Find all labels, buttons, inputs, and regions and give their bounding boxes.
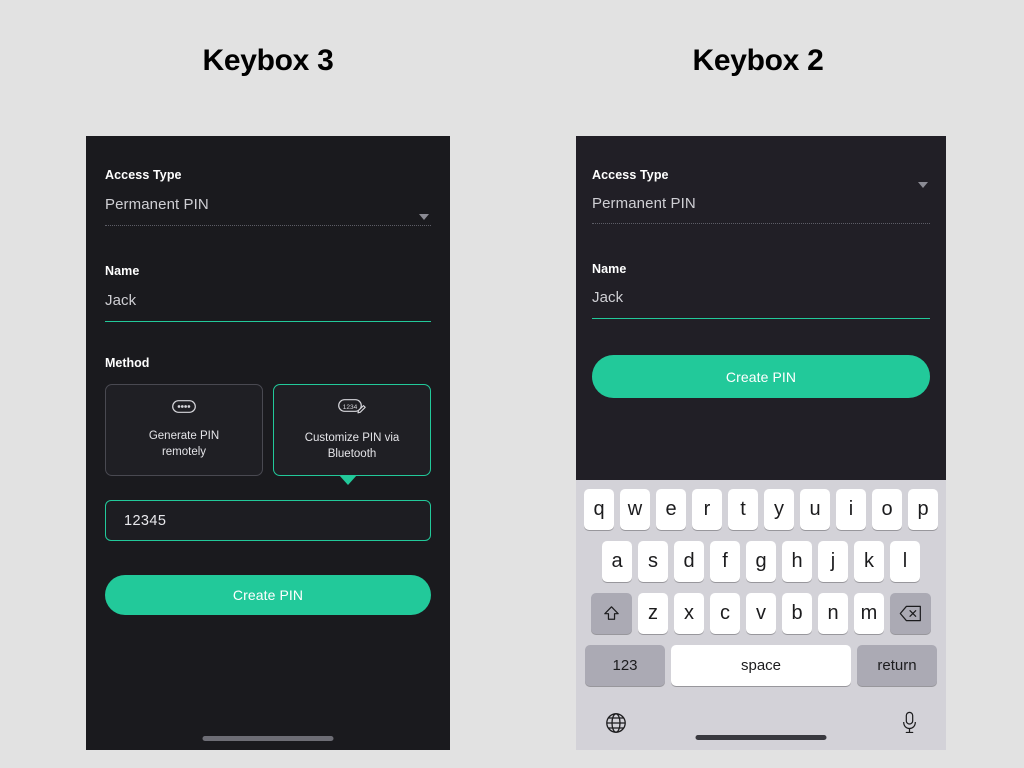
key-t[interactable]: t [728, 489, 758, 530]
shift-icon[interactable] [591, 593, 632, 634]
method-option-line1: Customize PIN via [304, 431, 400, 444]
pin-input-field[interactable]: 12345 [105, 500, 431, 541]
key-o[interactable]: o [872, 489, 902, 530]
key-a[interactable]: a [602, 541, 632, 582]
key-m[interactable]: m [854, 593, 884, 634]
key-numeric-123[interactable]: 123 [585, 645, 665, 686]
method-option-line2: remotely [161, 445, 207, 458]
home-indicator-right [695, 735, 827, 740]
page-title-keybox-2: Keybox 2 [692, 44, 824, 77]
create-pin-button-left[interactable]: Create PIN [105, 575, 431, 615]
key-y[interactable]: y [764, 489, 794, 530]
method-option-line1: Generate PIN [148, 429, 220, 442]
name-label: Name [105, 264, 140, 278]
home-indicator-left [202, 736, 334, 741]
keyboard-row-3: z x c v b n m [579, 593, 943, 634]
keyboard-row-1: q w e r t y u i o p [579, 489, 943, 530]
method-option-customize-pin-via-bluetooth[interactable]: 1234 Customize PIN via Bluetooth [273, 384, 431, 476]
phone-screen-keybox-2: Access Type Permanent PIN Name Jack Crea… [576, 136, 946, 750]
key-x[interactable]: x [674, 593, 704, 634]
access-type-underline [105, 225, 431, 226]
access-type-underline [592, 223, 930, 224]
access-type-field-right[interactable]: Access Type Permanent PIN [592, 136, 930, 224]
pin-input-value[interactable]: 12345 [124, 513, 166, 529]
key-q[interactable]: q [584, 489, 614, 530]
name-field-right[interactable]: Name Jack [592, 262, 930, 319]
name-underline [592, 318, 930, 319]
key-u[interactable]: u [800, 489, 830, 530]
key-p[interactable]: p [908, 489, 938, 530]
on-screen-keyboard: q w e r t y u i o p a s d f g h j k l z … [576, 480, 946, 750]
phone-screen-keybox-3: Access Type Permanent PIN Name Jack Meth… [86, 136, 450, 750]
key-return[interactable]: return [857, 645, 937, 686]
key-j[interactable]: j [818, 541, 848, 582]
key-v[interactable]: v [746, 593, 776, 634]
access-type-value: Permanent PIN [105, 196, 209, 213]
key-g[interactable]: g [746, 541, 776, 582]
keyboard-row-4: 123 space return [579, 645, 943, 686]
key-e[interactable]: e [656, 489, 686, 530]
key-l[interactable]: l [890, 541, 920, 582]
create-pin-button-label: Create PIN [232, 587, 304, 603]
keyboard-row-2: a s d f g h j k l [579, 541, 943, 582]
selected-method-notch-icon [338, 475, 357, 485]
backspace-icon[interactable] [890, 593, 931, 634]
access-type-label: Access Type [592, 168, 669, 182]
globe-icon[interactable] [605, 712, 627, 739]
name-input[interactable]: Jack [105, 292, 431, 309]
access-type-field-left[interactable]: Access Type Permanent PIN [105, 168, 431, 226]
method-option-label: Generate PIN remotely [149, 429, 219, 460]
chevron-down-icon[interactable] [419, 214, 429, 220]
key-s[interactable]: s [638, 541, 668, 582]
key-f[interactable]: f [710, 541, 740, 582]
access-type-value: Permanent PIN [592, 195, 696, 212]
create-pin-button-label: Create PIN [725, 368, 797, 385]
key-c[interactable]: c [710, 593, 740, 634]
method-option-generate-pin-remotely[interactable]: Generate PIN remotely [105, 384, 263, 476]
name-label: Name [592, 262, 627, 276]
key-k[interactable]: k [854, 541, 884, 582]
pin-dots-icon [172, 399, 196, 418]
svg-text:1234: 1234 [342, 404, 357, 411]
page-title-keybox-3: Keybox 3 [202, 44, 334, 77]
key-i[interactable]: i [836, 489, 866, 530]
name-input[interactable]: Jack [592, 289, 930, 306]
access-type-label: Access Type [105, 168, 182, 182]
name-field-left[interactable]: Name Jack [105, 264, 431, 322]
method-option-label: Customize PIN via Bluetooth [305, 431, 400, 462]
key-space[interactable]: space [671, 645, 851, 686]
key-d[interactable]: d [674, 541, 704, 582]
keybox-3-form: Access Type Permanent PIN Name Jack Meth… [86, 168, 450, 615]
method-options: Generate PIN remotely 1234 Customize PIN… [105, 384, 431, 485]
key-r[interactable]: r [692, 489, 722, 530]
chevron-down-icon[interactable] [918, 182, 928, 188]
key-w[interactable]: w [620, 489, 650, 530]
key-b[interactable]: b [782, 593, 812, 634]
pin-edit-icon: 1234 [337, 398, 367, 420]
key-z[interactable]: z [638, 593, 668, 634]
keybox-2-form: Access Type Permanent PIN Name Jack Crea… [576, 136, 946, 480]
method-label: Method [105, 356, 150, 370]
key-n[interactable]: n [818, 593, 848, 634]
key-h[interactable]: h [782, 541, 812, 582]
create-pin-button-right[interactable]: Create PIN [592, 355, 930, 398]
name-underline [105, 321, 431, 322]
microphone-icon[interactable] [902, 711, 917, 739]
method-option-line2: Bluetooth [327, 447, 377, 460]
